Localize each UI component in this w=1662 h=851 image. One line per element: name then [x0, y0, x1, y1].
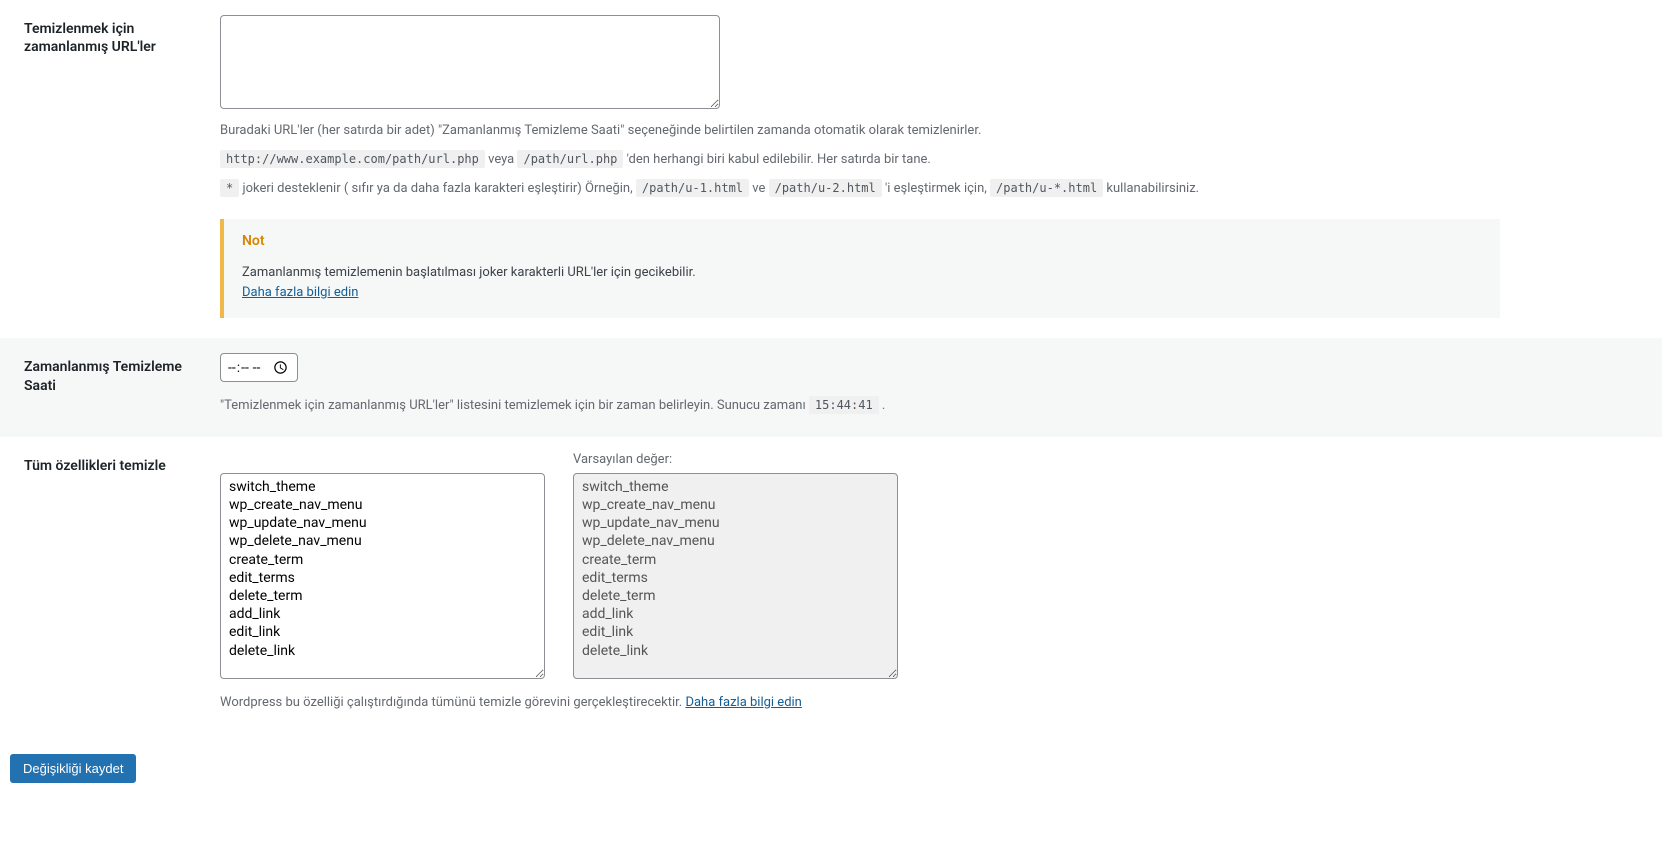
wildcard-code: * [220, 179, 239, 197]
default-value-label: Varsayılan değer: [573, 452, 898, 470]
scheduled-urls-desc1: Buradaki URL'ler (her satırda bir adet) … [220, 121, 1652, 142]
label-scheduled-time: Zamanlanmış Temizleme Saati [0, 338, 220, 436]
label-scheduled-urls: Temizlenmek için zamanlanmış URL'ler [0, 0, 220, 338]
scheduled-urls-desc3: * jokeri desteklenir ( sıfır ya da daha … [220, 179, 1652, 200]
example-u2-code: /path/u-2.html [769, 179, 882, 197]
purge-learn-more-link[interactable]: Daha fazla bilgi edin [685, 695, 801, 710]
server-time-code: 15:44:41 [809, 396, 879, 414]
row-scheduled-time: Zamanlanmış Temizleme Saati "Temizlenmek… [0, 338, 1662, 436]
purge-hooks-default-textarea [573, 473, 898, 679]
note-text: Zamanlanmış temizlemenin başlatılması jo… [242, 263, 1482, 302]
scheduled-urls-desc2: http://www.example.com/path/url.php veya… [220, 150, 1652, 171]
note-learn-more-link[interactable]: Daha fazla bilgi edin [242, 285, 358, 300]
scheduled-urls-textarea[interactable] [220, 15, 720, 109]
row-purge-all: Tüm özellikleri temizle Varsayılan değer… [0, 437, 1662, 734]
note-box: Not Zamanlanmış temizlemenin başlatılmas… [220, 219, 1500, 318]
example-path-code: /path/url.php [517, 150, 623, 168]
example-u1-code: /path/u-1.html [636, 179, 749, 197]
scheduled-time-input[interactable] [220, 353, 298, 382]
scheduled-time-desc: "Temizlenmek için zamanlanmış URL'ler" l… [220, 396, 1652, 417]
example-full-url-code: http://www.example.com/path/url.php [220, 150, 485, 168]
note-title: Not [242, 233, 1482, 249]
example-ustar-code: /path/u-*.html [990, 179, 1103, 197]
row-scheduled-urls: Temizlenmek için zamanlanmış URL'ler Bur… [0, 0, 1662, 338]
purge-hooks-textarea[interactable] [220, 473, 545, 679]
save-button[interactable]: Değişikliği kaydet [10, 754, 136, 783]
purge-all-desc: Wordpress bu özelliği çalıştırdığında tü… [220, 693, 1652, 714]
label-purge-all: Tüm özellikleri temizle [0, 437, 220, 734]
